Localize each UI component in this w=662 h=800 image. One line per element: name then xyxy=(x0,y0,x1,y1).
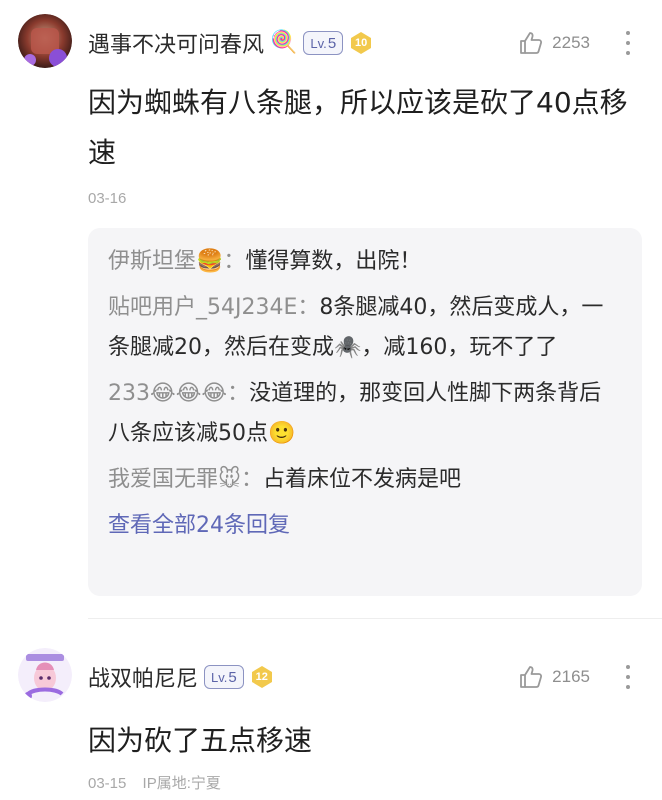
reply-item[interactable]: 贴吧用户_54J234E：8条腿减40，然后变成人，一条腿减20，然后在变成🕷️… xyxy=(108,288,622,368)
rank-number: 12 xyxy=(255,671,268,683)
ip-location: IP属地:宁夏 xyxy=(142,775,221,792)
username[interactable]: 战双帕尼尼 xyxy=(88,661,198,693)
reply-box[interactable]: 伊斯坦堡🍔：懂得算数，出院！ 贴吧用户_54J234E：8条腿减40，然后变成人… xyxy=(88,228,642,596)
like-count: 2165 xyxy=(552,667,590,686)
reply-author[interactable]: 我爱国无罪🐭 xyxy=(108,467,241,492)
comment-date: 03-16 xyxy=(88,190,127,207)
comment-header: 战双帕尼尼 Lv. 5 12 2165 xyxy=(0,634,662,714)
like-button[interactable]: 2165 xyxy=(518,664,590,690)
level-badge: Lv. 5 xyxy=(204,665,244,689)
thumb-up-icon xyxy=(520,666,543,688)
more-icon[interactable] xyxy=(622,28,634,58)
username[interactable]: 遇事不决可问春风 xyxy=(88,27,264,59)
rank-badge-icon: 12 xyxy=(250,665,274,689)
comment-item: 遇事不决可问春风 🍭 Lv. 5 10 2253 因为蜘蛛有八条腿，所以应该是砍… xyxy=(0,0,662,618)
username-row: 遇事不决可问春风 🍭 Lv. 5 10 xyxy=(88,28,373,58)
reply-item[interactable]: 233😂😂😂：没道理的，那变回人性脚下两条背后八条应该减50点🙂 xyxy=(108,374,622,454)
reply-item[interactable]: 我爱国无罪🐭：占着床位不发病是吧 xyxy=(108,460,622,500)
reply-separator: ： xyxy=(240,467,263,492)
username-row: 战双帕尼尼 Lv. 5 12 xyxy=(88,662,274,692)
reply-author[interactable]: 贴吧用户_54J234E xyxy=(108,295,297,320)
more-icon[interactable] xyxy=(622,662,634,692)
comment-date: 03-15 xyxy=(88,775,127,792)
level-badge: Lv. 5 xyxy=(303,31,344,55)
avatar[interactable] xyxy=(18,648,72,702)
rank-badge-icon: 10 xyxy=(349,31,373,55)
comment-content: 因为蜘蛛有八条腿，所以应该是砍了40点移速 xyxy=(88,86,628,169)
level-number: 5 xyxy=(327,34,337,52)
level-number: 5 xyxy=(228,668,237,686)
reply-item[interactable]: 伊斯坦堡🍔：懂得算数，出院！ xyxy=(108,242,622,282)
reply-text: 占着床位不发病是吧 xyxy=(262,467,461,492)
rank-number: 10 xyxy=(355,37,368,49)
reply-separator: ： xyxy=(223,249,246,274)
comment-content: 因为砍了五点移速 xyxy=(88,724,313,757)
thumb-up-icon xyxy=(520,32,543,54)
view-all-replies-link[interactable]: 查看全部24条回复 xyxy=(108,506,622,546)
reply-text: 懂得算数，出院！ xyxy=(245,249,422,274)
like-button[interactable]: 2253 xyxy=(518,30,590,56)
reply-author[interactable]: 233😂😂😂 xyxy=(108,381,227,406)
reply-separator: ： xyxy=(227,381,250,406)
divider xyxy=(88,618,662,619)
comment-item: 战双帕尼尼 Lv. 5 12 2165 因为砍了五点移速 03-15 IP属地:… xyxy=(0,634,662,800)
level-prefix: Lv. xyxy=(310,35,327,51)
reply-author[interactable]: 伊斯坦堡🍔 xyxy=(108,249,223,274)
level-prefix: Lv. xyxy=(211,669,228,685)
comment-meta: 03-15 IP属地:宁夏 xyxy=(88,772,221,793)
avatar[interactable] xyxy=(18,14,72,68)
like-count: 2253 xyxy=(552,33,590,52)
lollipop-icon: 🍭 xyxy=(270,30,298,55)
reply-separator: ： xyxy=(297,295,320,320)
comment-header: 遇事不决可问春风 🍭 Lv. 5 10 2253 xyxy=(0,0,662,80)
